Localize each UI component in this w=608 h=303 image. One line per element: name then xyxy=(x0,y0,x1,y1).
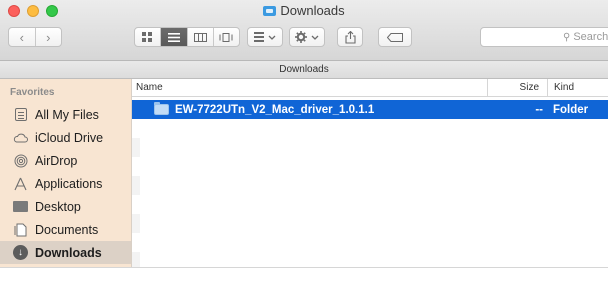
sidebar-item-desktop[interactable]: Desktop xyxy=(0,195,131,218)
back-button[interactable]: ‹ xyxy=(9,28,35,46)
folder-icon xyxy=(263,6,277,16)
airdrop-icon xyxy=(13,153,28,168)
desktop-icon xyxy=(13,201,28,212)
sidebar: Favorites All My Files iCloud Drive AirD… xyxy=(0,79,132,267)
search-field[interactable]: ⚲ Search xyxy=(480,27,608,47)
gear-icon xyxy=(295,31,319,43)
column-header-size[interactable]: Size xyxy=(487,79,547,96)
sidebar-item-label: Desktop xyxy=(35,199,81,214)
sidebar-item-label: All My Files xyxy=(35,107,99,122)
icon-view-button[interactable] xyxy=(135,28,160,46)
arrange-button[interactable] xyxy=(247,27,283,47)
search-placeholder: Search xyxy=(573,31,608,43)
coverflow-view-button[interactable] xyxy=(212,28,239,46)
documents-icon xyxy=(13,222,28,237)
columns-icon xyxy=(193,32,207,42)
sidebar-item-label: Applications xyxy=(35,176,103,191)
sidebar-item-airdrop[interactable]: AirDrop xyxy=(0,149,131,172)
sidebar-item-label: AirDrop xyxy=(35,153,78,168)
file-size-cell: -- xyxy=(535,103,543,116)
tags-button[interactable] xyxy=(378,27,412,47)
file-list: Name Size Kind EW-7722UTn_V2_Mac_driver_… xyxy=(132,79,608,271)
sidebar-item-label: Downloads xyxy=(35,245,102,260)
share-button[interactable] xyxy=(337,27,363,47)
tag-icon xyxy=(387,32,403,42)
column-header-row: Name Size Kind xyxy=(132,79,608,97)
path-bar-label: Downloads xyxy=(279,64,329,75)
search-icon: ⚲ xyxy=(563,31,571,43)
table-row[interactable]: EW-7722UTn_V2_Mac_driver_1.0.1.1 -- Fold… xyxy=(132,100,608,119)
folder-icon xyxy=(154,102,169,115)
action-button[interactable] xyxy=(289,27,325,47)
row-stripe xyxy=(132,176,140,195)
window-title: Downloads xyxy=(0,3,608,18)
window-bottom-area xyxy=(0,267,608,303)
navigation-buttons: ‹ › xyxy=(8,27,62,47)
arrange-icon xyxy=(254,32,276,42)
column-header-name[interactable]: Name xyxy=(132,79,487,96)
row-stripe xyxy=(132,138,140,157)
sidebar-item-documents[interactable]: Documents xyxy=(0,218,131,241)
finder-window: Downloads ‹ › ⚲ Search Downloads Favorit… xyxy=(0,0,608,303)
view-mode-selector xyxy=(134,27,240,47)
sidebar-heading-favorites: Favorites xyxy=(10,87,55,98)
coverflow-icon xyxy=(219,32,233,42)
file-name-cell: EW-7722UTn_V2_Mac_driver_1.0.1.1 xyxy=(154,102,375,116)
sidebar-item-applications[interactable]: Applications xyxy=(0,172,131,195)
sidebar-item-all-my-files[interactable]: All My Files xyxy=(0,103,131,126)
row-stripe xyxy=(132,214,140,233)
list-icon xyxy=(167,32,180,42)
applications-icon xyxy=(13,176,28,191)
sidebar-item-label: Documents xyxy=(35,222,99,237)
sidebar-item-downloads[interactable]: ↓ Downloads xyxy=(0,241,131,264)
list-view-button[interactable] xyxy=(160,28,187,46)
downloads-icon: ↓ xyxy=(13,245,28,260)
all-files-icon xyxy=(15,108,27,121)
file-name: EW-7722UTn_V2_Mac_driver_1.0.1.1 xyxy=(175,103,375,116)
sidebar-item-icloud-drive[interactable]: iCloud Drive xyxy=(0,126,131,149)
share-icon xyxy=(344,30,356,44)
cloud-icon xyxy=(13,130,28,145)
grid-icon xyxy=(142,32,153,42)
path-bar: Downloads xyxy=(0,61,608,79)
toolbar: Downloads ‹ › ⚲ Search xyxy=(0,0,608,61)
file-kind-cell: Folder xyxy=(553,103,589,116)
column-view-button[interactable] xyxy=(186,28,213,46)
forward-button[interactable]: › xyxy=(34,28,62,46)
column-header-kind[interactable]: Kind xyxy=(547,79,608,96)
sidebar-item-label: iCloud Drive xyxy=(35,130,104,145)
